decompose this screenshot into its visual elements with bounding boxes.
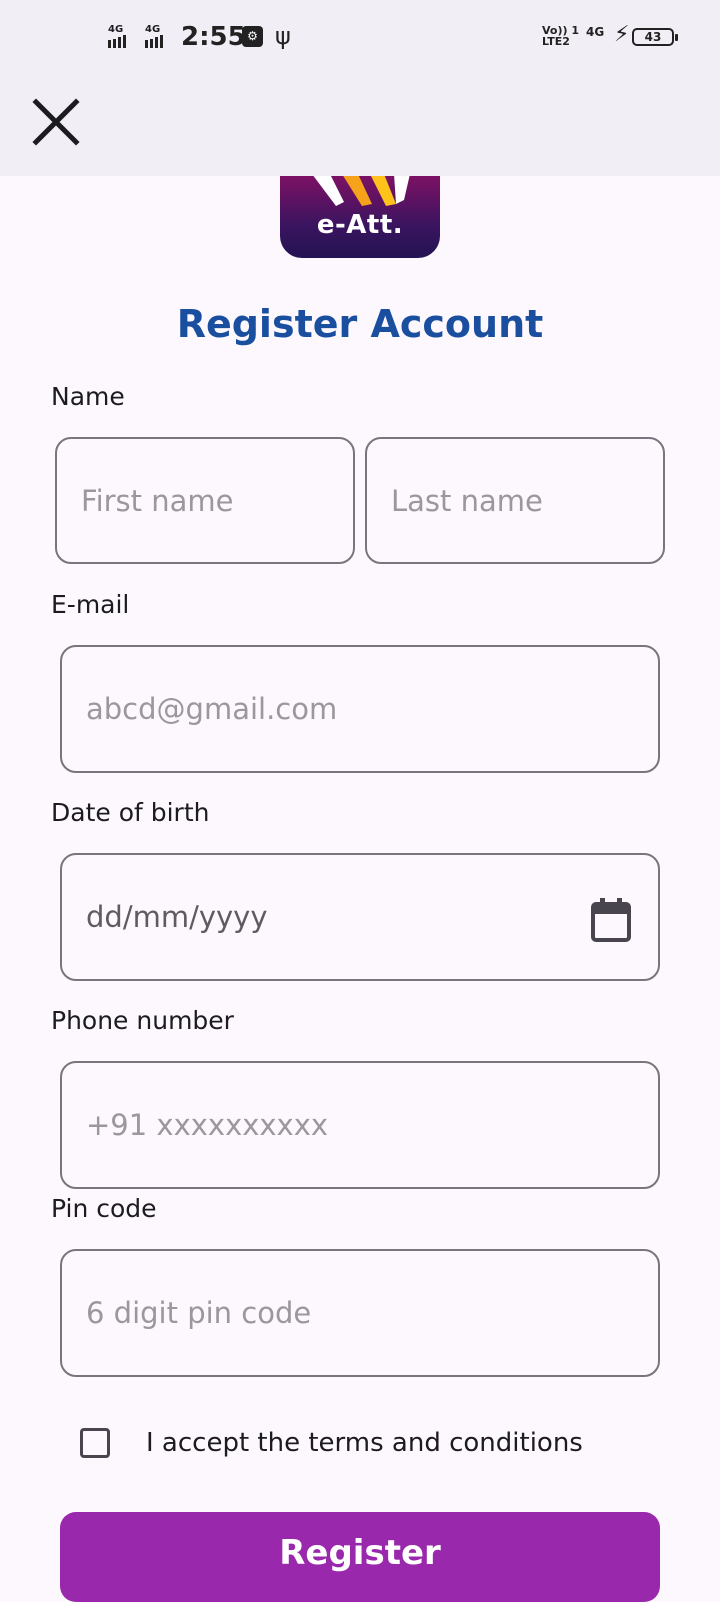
close-icon[interactable] [30,96,82,148]
volte-indicator: Vo)) 1 LTE2 [542,24,580,48]
phone-input[interactable]: +91 xxxxxxxxxx [60,1061,660,1189]
email-label: E-mail [51,590,130,619]
status-bar: 4G 4G 2:55 ⚙ ψ Vo)) 1 LTE2 4G ⚡ 43 [0,0,720,176]
dob-label: Date of birth [51,798,210,827]
dob-input[interactable]: dd/mm/yyyy [60,853,660,981]
usb-icon: ψ [275,22,291,50]
terms-row[interactable]: I accept the terms and conditions [80,1428,583,1458]
name-label: Name [51,382,125,411]
charging-icon: ⚡ [614,22,630,47]
email-input[interactable]: abcd@gmail.com [60,645,660,773]
dob-placeholder: dd/mm/yyyy [86,900,268,934]
calendar-icon[interactable] [590,897,632,943]
last-name-input[interactable]: Last name [365,437,665,564]
battery-icon: 43 [632,28,678,46]
terms-label: I accept the terms and conditions [146,1428,583,1458]
last-name-placeholder: Last name [391,483,543,518]
clock: 2:55 [181,22,246,52]
pin-label: Pin code [51,1194,157,1223]
app-logo: e-Att. [280,176,440,258]
phone-placeholder: +91 xxxxxxxxxx [86,1108,329,1142]
phone-label: Phone number [51,1006,234,1035]
logo-mark-icon [313,176,410,206]
email-placeholder: abcd@gmail.com [86,692,338,726]
notification-icon: ⚙ [242,26,263,47]
logo-text: e-Att. [316,210,404,240]
sim2-signal-icon: 4G [145,24,163,48]
page-title: Register Account [176,302,544,346]
network-type: 4G [586,25,605,39]
sim1-signal-icon: 4G [108,24,126,48]
first-name-placeholder: First name [81,483,234,518]
register-button-label: Register [279,1533,441,1573]
first-name-input[interactable]: First name [55,437,355,564]
pin-input[interactable]: 6 digit pin code [60,1249,660,1377]
pin-placeholder: 6 digit pin code [86,1296,312,1330]
terms-checkbox[interactable] [80,1428,110,1458]
register-button[interactable]: Register [60,1512,660,1602]
